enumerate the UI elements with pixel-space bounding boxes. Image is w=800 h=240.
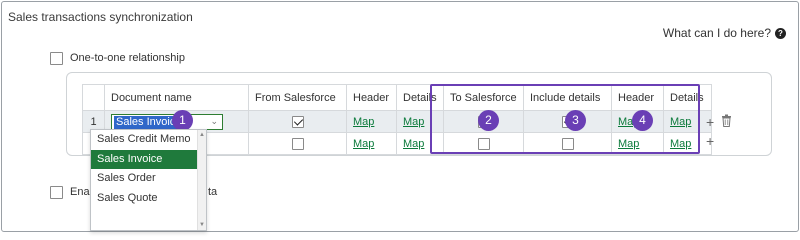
add-row-icon[interactable]: + (706, 114, 714, 130)
scroll-down-icon[interactable]: ▼ (199, 222, 205, 228)
from-header-map-link[interactable]: Map (353, 116, 374, 128)
dropdown-option[interactable]: Sales Credit Memo (91, 130, 199, 150)
add-row-icon[interactable]: + (706, 133, 714, 149)
callout-badge-1: 1 (172, 110, 193, 131)
callout-badge-4: 4 (632, 110, 653, 131)
chevron-down-icon[interactable]: ⌄ (210, 116, 218, 127)
dropdown-scrollbar[interactable]: ▲ ▼ (197, 130, 206, 230)
col-from-header: Header (346, 84, 397, 111)
section-title: Sales transactions synchronization (8, 10, 193, 24)
enable-checkbox[interactable] (50, 186, 63, 199)
one-to-one-checkbox[interactable] (50, 52, 63, 65)
from-details-map-link[interactable]: Map (403, 116, 424, 128)
help-link-label[interactable]: What can I do here? (663, 26, 771, 40)
trash-icon[interactable] (721, 114, 732, 130)
from-details-map-link[interactable]: Map (403, 138, 424, 150)
callout-badge-3: 3 (565, 110, 586, 131)
col-document-name: Document name (104, 84, 249, 111)
dropdown-option-selected[interactable]: Sales Invoice (91, 149, 199, 169)
question-icon[interactable]: ? (775, 27, 786, 39)
col-from-salesforce: From Salesforce (248, 84, 347, 111)
dropdown-option[interactable]: Sales Order (91, 169, 199, 189)
help-link[interactable]: What can I do here? ? (663, 26, 786, 40)
col-number-header (82, 84, 105, 111)
callout-badge-2: 2 (478, 110, 499, 131)
scroll-up-icon[interactable]: ▲ (199, 132, 205, 138)
document-dropdown[interactable]: Sales Credit Memo Sales Invoice Sales Or… (90, 129, 207, 231)
document-select[interactable]: Sales Invoice ⌄ (111, 113, 223, 130)
from-salesforce-checkbox[interactable] (291, 137, 304, 150)
dropdown-option[interactable]: Sales Quote (91, 189, 199, 209)
enable-label-tail: ta (208, 186, 218, 198)
from-header-map-link[interactable]: Map (353, 138, 374, 150)
from-salesforce-checkbox[interactable] (291, 115, 304, 128)
one-to-one-label: One-to-one relationship (70, 52, 185, 64)
